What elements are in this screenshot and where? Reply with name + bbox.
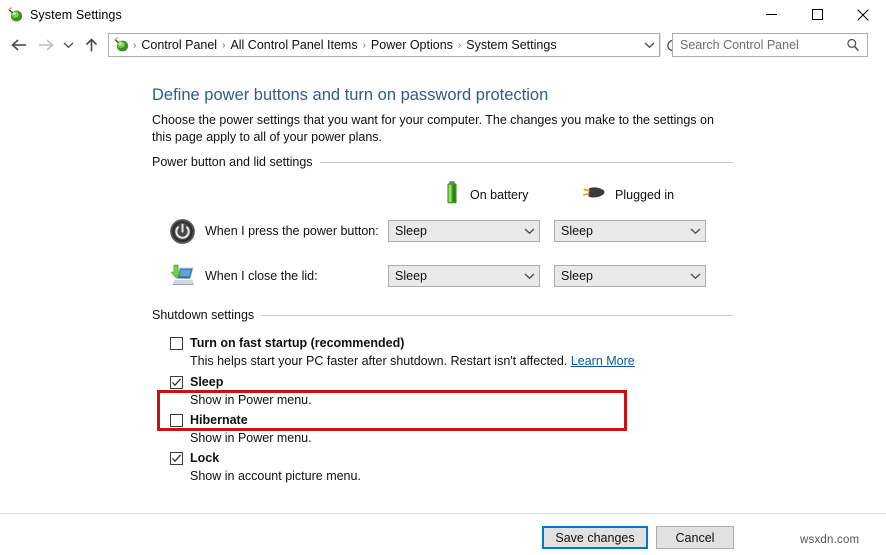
checkbox-description-lock: Show in account picture menu. (190, 469, 361, 483)
breadcrumb-separator: › (220, 40, 227, 51)
checkbox-sleep[interactable] (170, 376, 183, 389)
checkbox-label-hibernate: Hibernate (190, 413, 248, 427)
dropdown-close-lid-on-battery[interactable]: Sleep (388, 265, 540, 287)
power-button-icon (168, 217, 196, 245)
dropdown-value: Sleep (395, 269, 519, 283)
window-title: System Settings (30, 8, 122, 22)
breadcrumb-power-options[interactable]: Power Options (368, 38, 456, 52)
setting-label-power-button: When I press the power button: (205, 224, 379, 238)
search-control-panel-box[interactable]: Search Control Panel (672, 33, 868, 57)
dropdown-value: Sleep (395, 224, 519, 238)
title-bar: System Settings (0, 0, 886, 29)
dropdown-power-button-on-battery[interactable]: Sleep (388, 220, 540, 242)
checkbox-lock[interactable] (170, 452, 183, 465)
checkbox-row-sleep[interactable]: Sleep (170, 375, 223, 389)
column-headers: On battery Plugged in (0, 180, 886, 208)
dropdown-power-button-plugged-in[interactable]: Sleep (554, 220, 706, 242)
checkbox-row-hibernate[interactable]: Hibernate (170, 413, 248, 427)
power-options-icon (113, 37, 129, 53)
laptop-lid-icon (168, 262, 196, 290)
recent-locations-chevron-down-icon[interactable] (58, 32, 78, 58)
watermark: wsxdn.com (800, 534, 859, 546)
chevron-down-icon[interactable] (519, 272, 539, 280)
save-changes-button[interactable]: Save changes (542, 526, 648, 549)
checkbox-label-fast-startup: Turn on fast startup (recommended) (190, 336, 404, 350)
checkbox-hibernate[interactable] (170, 414, 183, 427)
shutdown-section-heading-label: Shutdown settings (152, 308, 261, 322)
checkbox-description-sleep: Show in Power menu. (190, 393, 312, 407)
breadcrumb-control-panel[interactable]: Control Panel (138, 38, 220, 52)
window-controls (748, 0, 886, 29)
column-header-on-battery: On battery (443, 180, 528, 209)
page-title: Define power buttons and turn on passwor… (152, 86, 548, 105)
address-bar[interactable]: › Control Panel › All Control Panel Item… (108, 33, 660, 57)
power-plug-icon (580, 184, 606, 205)
checkbox-description-hibernate: Show in Power menu. (190, 431, 312, 445)
search-input[interactable]: Search Control Panel (680, 38, 846, 52)
checkbox-fast-startup[interactable] (170, 337, 183, 350)
up-arrow-icon[interactable] (78, 32, 104, 58)
battery-icon (443, 180, 461, 209)
breadcrumb-separator: › (361, 40, 368, 51)
chevron-down-icon[interactable] (685, 272, 705, 280)
column-header-plugged-in: Plugged in (580, 184, 674, 205)
cancel-button[interactable]: Cancel (656, 526, 734, 549)
dropdown-close-lid-plugged-in[interactable]: Sleep (554, 265, 706, 287)
breadcrumb-separator: › (456, 40, 463, 51)
shutdown-section-heading: Shutdown settings (152, 308, 733, 322)
checkbox-label-lock: Lock (190, 451, 219, 465)
page-description: Choose the power settings that you want … (152, 112, 722, 146)
chevron-down-icon[interactable] (685, 227, 705, 235)
power-section-heading-label: Power button and lid settings (152, 155, 320, 169)
power-section-heading: Power button and lid settings (152, 155, 733, 169)
section-divider (320, 162, 733, 163)
breadcrumb-all-control-panel-items[interactable]: All Control Panel Items (227, 38, 360, 52)
address-chevron-down-icon[interactable] (639, 41, 659, 49)
minimize-button[interactable] (748, 0, 794, 29)
search-icon[interactable] (846, 38, 860, 52)
footer-divider (0, 513, 886, 514)
power-options-icon (7, 7, 23, 23)
checkbox-row-fast-startup[interactable]: Turn on fast startup (recommended) (170, 336, 404, 350)
fast-startup-description-text: This helps start your PC faster after sh… (190, 354, 567, 368)
column-header-on-battery-label: On battery (470, 188, 528, 202)
dropdown-value: Sleep (561, 269, 685, 283)
back-arrow-icon[interactable] (6, 32, 32, 58)
learn-more-link[interactable]: Learn More (571, 354, 635, 368)
checkbox-label-sleep: Sleep (190, 375, 223, 389)
dropdown-value: Sleep (561, 224, 685, 238)
content-area: Define power buttons and turn on passwor… (0, 62, 886, 502)
breadcrumb-separator: › (131, 40, 138, 51)
chevron-down-icon[interactable] (519, 227, 539, 235)
column-header-plugged-in-label: Plugged in (615, 188, 674, 202)
breadcrumb-system-settings[interactable]: System Settings (463, 38, 559, 52)
close-button[interactable] (840, 0, 886, 29)
checkbox-description-fast-startup: This helps start your PC faster after sh… (190, 354, 635, 368)
maximize-button[interactable] (794, 0, 840, 29)
setting-row-close-lid: When I close the lid: Sleep Sleep (0, 259, 886, 293)
forward-arrow-icon (32, 32, 58, 58)
checkbox-row-lock[interactable]: Lock (170, 451, 219, 465)
section-divider (261, 315, 733, 316)
setting-label-close-lid: When I close the lid: (205, 269, 318, 283)
setting-row-power-button: When I press the power button: Sleep Sle… (0, 214, 886, 248)
